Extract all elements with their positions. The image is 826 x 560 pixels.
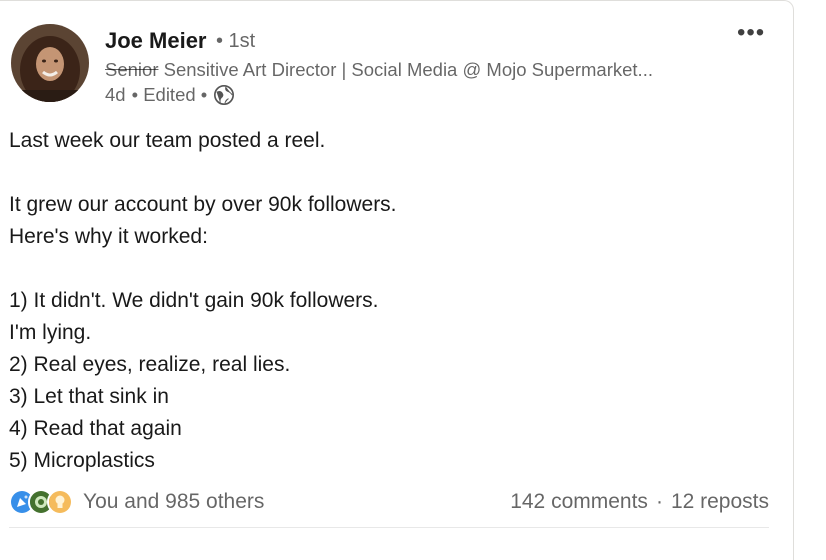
author-name[interactable]: Joe Meier [105, 28, 207, 54]
body-line [9, 157, 769, 189]
body-line: 3) Let that sink in [9, 385, 169, 408]
engagement-counts: 142 comments · 12 reposts [510, 490, 769, 514]
post-time[interactable]: 4d [105, 84, 126, 106]
body-line: Here's why it worked: [9, 225, 208, 248]
connection-degree: • 1st [216, 30, 256, 52]
body-line: 5) Microplastics [9, 449, 155, 472]
globe-icon [214, 85, 235, 105]
post-meta: 4d • Edited • [105, 84, 235, 106]
comments-count[interactable]: 142 comments [510, 490, 648, 514]
insightful-icon [47, 489, 73, 515]
headline-text: Sensitive Art Director | Social Media @ … [158, 59, 653, 80]
reactions-summary[interactable]: You and 985 others [9, 489, 264, 515]
divider [9, 527, 769, 528]
body-line: 1) It didn't. We didn't gain 90k followe… [9, 289, 379, 312]
avatar-photo [11, 24, 89, 102]
body-line: Last week our team posted a reel. [9, 129, 326, 152]
more-options-button[interactable]: ••• [737, 19, 765, 47]
body-line [9, 253, 769, 285]
author-headline: Senior Sensitive Art Director | Social M… [105, 59, 653, 81]
body-line: I'm lying. [9, 321, 92, 344]
body-line: 4) Read that again [9, 417, 182, 440]
reactions-count[interactable]: You and 985 others [83, 490, 264, 514]
post-card: Joe Meier • 1st Senior Sensitive Art Dir… [0, 0, 794, 560]
count-separator: · [655, 490, 663, 513]
social-counts: You and 985 others 142 comments · 12 rep… [9, 487, 769, 517]
body-line: It grew our account by over 90k follower… [9, 193, 397, 216]
post-body: Last week our team posted a reel. It gre… [9, 125, 769, 477]
edited-label: • Edited • [131, 84, 208, 105]
author-avatar[interactable] [11, 24, 89, 102]
headline-strikethrough: Senior [105, 59, 159, 80]
reposts-count[interactable]: 12 reposts [671, 490, 769, 514]
body-line: 2) Real eyes, realize, real lies. [9, 353, 291, 376]
